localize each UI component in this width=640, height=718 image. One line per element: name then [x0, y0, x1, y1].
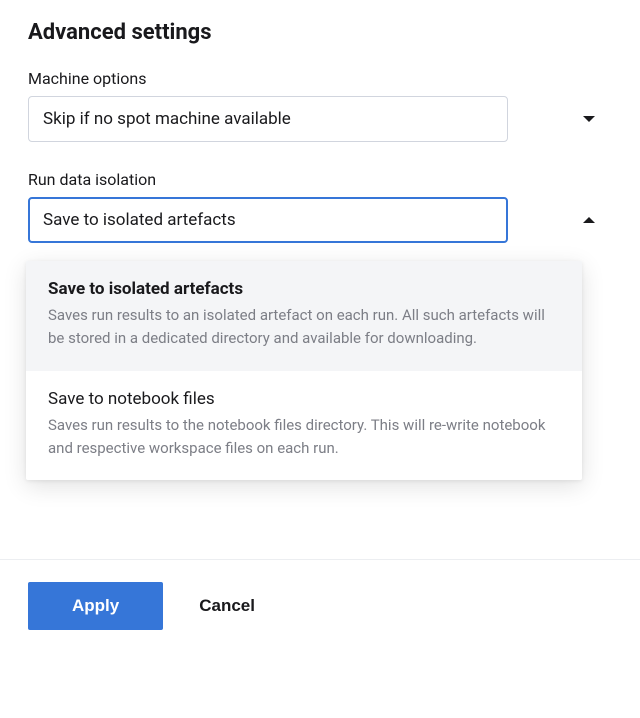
page-title: Advanced settings [28, 20, 612, 45]
caret-up-icon [582, 216, 596, 224]
caret-down-icon [582, 115, 596, 123]
run-data-isolation-value: Save to isolated artefacts [43, 210, 236, 230]
cancel-button[interactable]: Cancel [199, 596, 255, 616]
run-data-isolation-select[interactable]: Save to isolated artefacts [28, 197, 508, 243]
machine-options-value: Skip if no spot machine available [43, 109, 291, 129]
footer: Apply Cancel [0, 560, 640, 658]
option-title: Save to notebook files [48, 389, 560, 409]
machine-options-select-wrap: Skip if no spot machine available [28, 96, 612, 142]
settings-container: Advanced settings Machine options Skip i… [0, 0, 640, 243]
option-isolated-artefacts[interactable]: Save to isolated artefacts Saves run res… [26, 261, 582, 371]
run-data-isolation-dropdown: Save to isolated artefacts Saves run res… [26, 261, 582, 480]
run-data-isolation-label: Run data isolation [28, 170, 612, 189]
machine-options-select[interactable]: Skip if no spot machine available [28, 96, 508, 142]
machine-options-label: Machine options [28, 69, 612, 88]
apply-button[interactable]: Apply [28, 582, 163, 630]
option-description: Saves run results to an isolated artefac… [48, 304, 560, 351]
option-notebook-files[interactable]: Save to notebook files Saves run results… [26, 371, 582, 481]
option-title: Save to isolated artefacts [48, 279, 560, 299]
option-description: Saves run results to the notebook files … [48, 414, 560, 461]
run-data-isolation-select-wrap: Save to isolated artefacts Save to isola… [28, 197, 612, 243]
